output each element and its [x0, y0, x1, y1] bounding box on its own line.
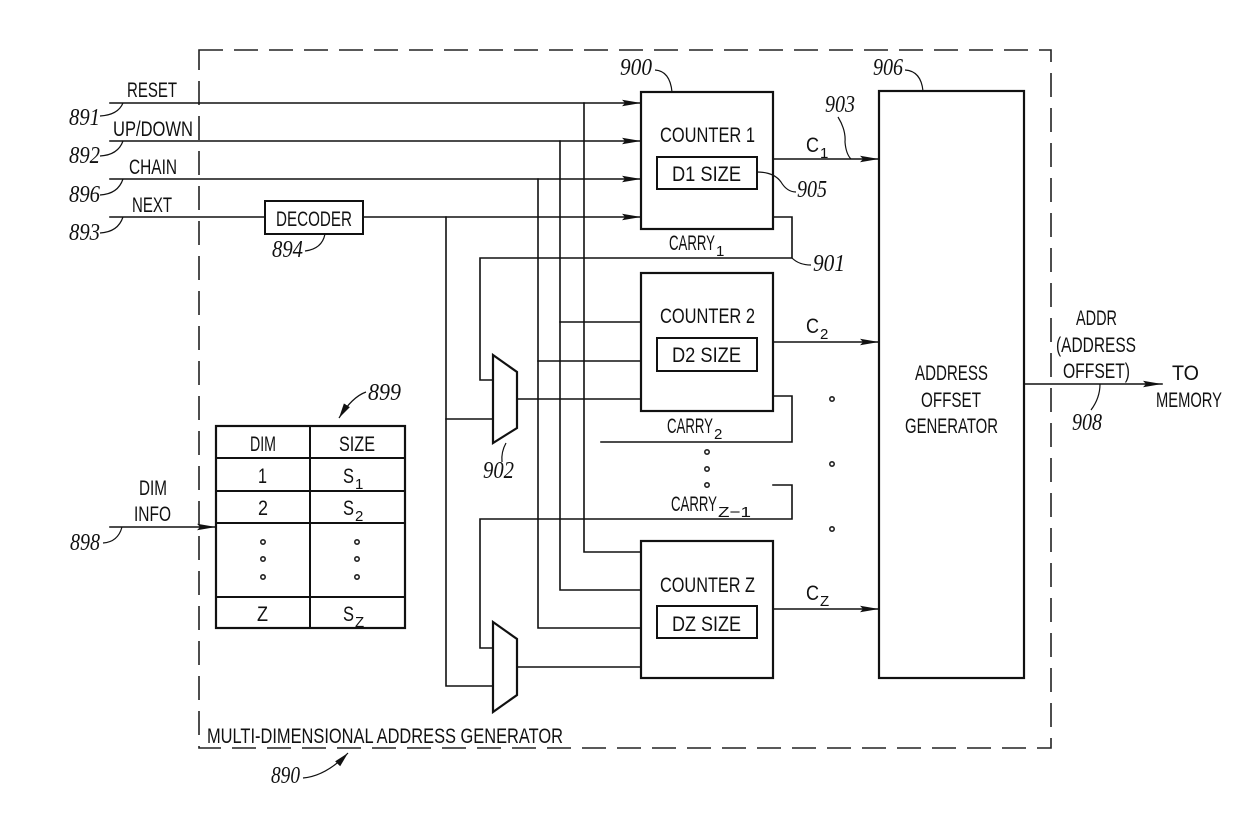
multi-dimensional-address-generator-diagram: RESET UP/DOWN CHAIN NEXT 891 892 896 893… — [0, 0, 1240, 813]
c1-ref-number: 903 — [825, 92, 855, 118]
table-ellipsis-dot — [353, 573, 360, 580]
table-cell-size-subscript: 2 — [355, 508, 363, 525]
multiplexer-902 — [491, 352, 519, 445]
carry2-label: CARRY — [667, 415, 713, 438]
address-generator-label-line2: OFFSET — [921, 389, 981, 412]
ellipsis-dot — [828, 395, 835, 402]
ref-901-leader — [791, 257, 812, 266]
output-ref-number: 908 — [1072, 410, 1102, 436]
carry1-ref-number: 901 — [813, 251, 845, 277]
dimension-table-ref-number: 899 — [368, 380, 401, 406]
ref-908-leader — [1090, 383, 1101, 411]
table-header-dim: DIM — [250, 433, 276, 456]
cz-output-subscript: Z — [820, 593, 829, 610]
multiplexer-z — [491, 619, 519, 715]
table-cell-size-subscript: 1 — [355, 476, 363, 493]
reset-label: RESET — [127, 79, 177, 102]
ref-893-leader — [99, 216, 124, 234]
output-label-line1: ADDR — [1076, 307, 1117, 330]
figure-ref-number: 890 — [271, 763, 300, 789]
ref-903-leader — [837, 116, 852, 160]
table-ellipsis-dot — [259, 573, 266, 580]
table-cell-dim: 2 — [258, 497, 268, 520]
table-ellipsis-dot — [353, 538, 360, 545]
c1-output-label: C — [806, 134, 819, 157]
counter-1-ref-number: 900 — [620, 55, 652, 81]
reset-ref-number: 891 — [69, 105, 100, 131]
dim-info-label-line2: INFO — [134, 503, 171, 526]
counter-2-label: COUNTER 2 — [660, 305, 755, 328]
chain-label: CHAIN — [129, 156, 177, 179]
dimension-table — [214, 424, 407, 630]
c2-output-label: C — [806, 315, 819, 338]
ellipsis-dot — [828, 525, 835, 532]
dim-info-ref-number: 898 — [70, 530, 100, 556]
address-generator-ref-number: 906 — [873, 55, 903, 81]
ref-900-leader — [654, 69, 673, 93]
address-generator-label-line3: GENERATOR — [905, 415, 998, 438]
ref-891-leader — [99, 102, 124, 117]
ellipsis-dot — [703, 448, 710, 455]
cz-output-label: C — [806, 582, 819, 605]
ref-894-leader — [304, 233, 326, 252]
updown-ref-number: 892 — [69, 143, 100, 169]
updown-label: UP/DOWN — [113, 118, 193, 141]
carry2-subscript: 2 — [714, 426, 722, 443]
c1-output-subscript: 1 — [820, 145, 828, 162]
destination-label-line2: MEMORY — [1156, 389, 1222, 412]
table-header-size: SIZE — [339, 433, 375, 456]
d1-size-label: D1 SIZE — [672, 163, 741, 186]
table-cell-size: S — [343, 603, 354, 626]
decoder-label: DECODER — [276, 208, 352, 231]
ref-890-arrow — [302, 752, 349, 779]
decoder-ref-number: 894 — [272, 237, 303, 263]
output-label-line3: OFFSET) — [1063, 360, 1130, 383]
figure-title-label: MULTI-DIMENSIONAL ADDRESS GENERATOR — [207, 725, 563, 748]
carry-z-minus-1-label: CARRY — [671, 493, 717, 516]
table-ellipsis-dot — [259, 538, 266, 545]
ref-906-leader — [904, 69, 924, 92]
table-cell-dim: 1 — [258, 465, 267, 488]
reset-wire-bus — [583, 102, 642, 553]
address-generator-label-line1: ADDRESS — [915, 362, 988, 385]
d2-size-label: D2 SIZE — [672, 344, 741, 367]
next-label: NEXT — [132, 194, 172, 217]
ellipsis-dot — [828, 460, 835, 467]
d1-size-ref-number: 905 — [797, 177, 827, 203]
ellipsis-dot — [703, 465, 710, 472]
table-cell-dim: Z — [257, 603, 268, 626]
table-ellipsis-dot — [259, 555, 266, 562]
dz-size-label: DZ SIZE — [672, 613, 741, 636]
output-label-line2: (ADDRESS — [1056, 334, 1136, 357]
carry-z-minus-1-subscript: Z−1 — [718, 504, 751, 521]
mux-ref-number: 902 — [483, 458, 514, 484]
chain-ref-number: 896 — [69, 182, 100, 208]
table-cell-size: S — [343, 497, 354, 520]
decoder-bus — [445, 216, 494, 687]
chain-wire-bus — [537, 178, 642, 629]
destination-label-line1: TO — [1172, 362, 1199, 385]
counter-z-label: COUNTER Z — [660, 574, 755, 597]
ellipsis-dot — [703, 481, 710, 488]
next-ref-number: 893 — [69, 220, 100, 246]
table-cell-size-subscript: Z — [355, 614, 364, 631]
dim-info-label-line1: DIM — [139, 477, 167, 500]
updown-wire-bus — [559, 140, 642, 591]
carry1-label: CARRY — [669, 232, 715, 255]
carry1-subscript: 1 — [716, 243, 724, 260]
counter-1-label: COUNTER 1 — [660, 124, 755, 147]
c2-output-subscript: 2 — [820, 326, 828, 343]
ref-892-leader — [99, 140, 124, 157]
ref-899-arrow — [338, 391, 367, 419]
table-cell-size: S — [343, 465, 354, 488]
table-ellipsis-dot — [353, 555, 360, 562]
ref-898-leader — [102, 526, 123, 544]
ref-896-leader — [99, 178, 124, 196]
